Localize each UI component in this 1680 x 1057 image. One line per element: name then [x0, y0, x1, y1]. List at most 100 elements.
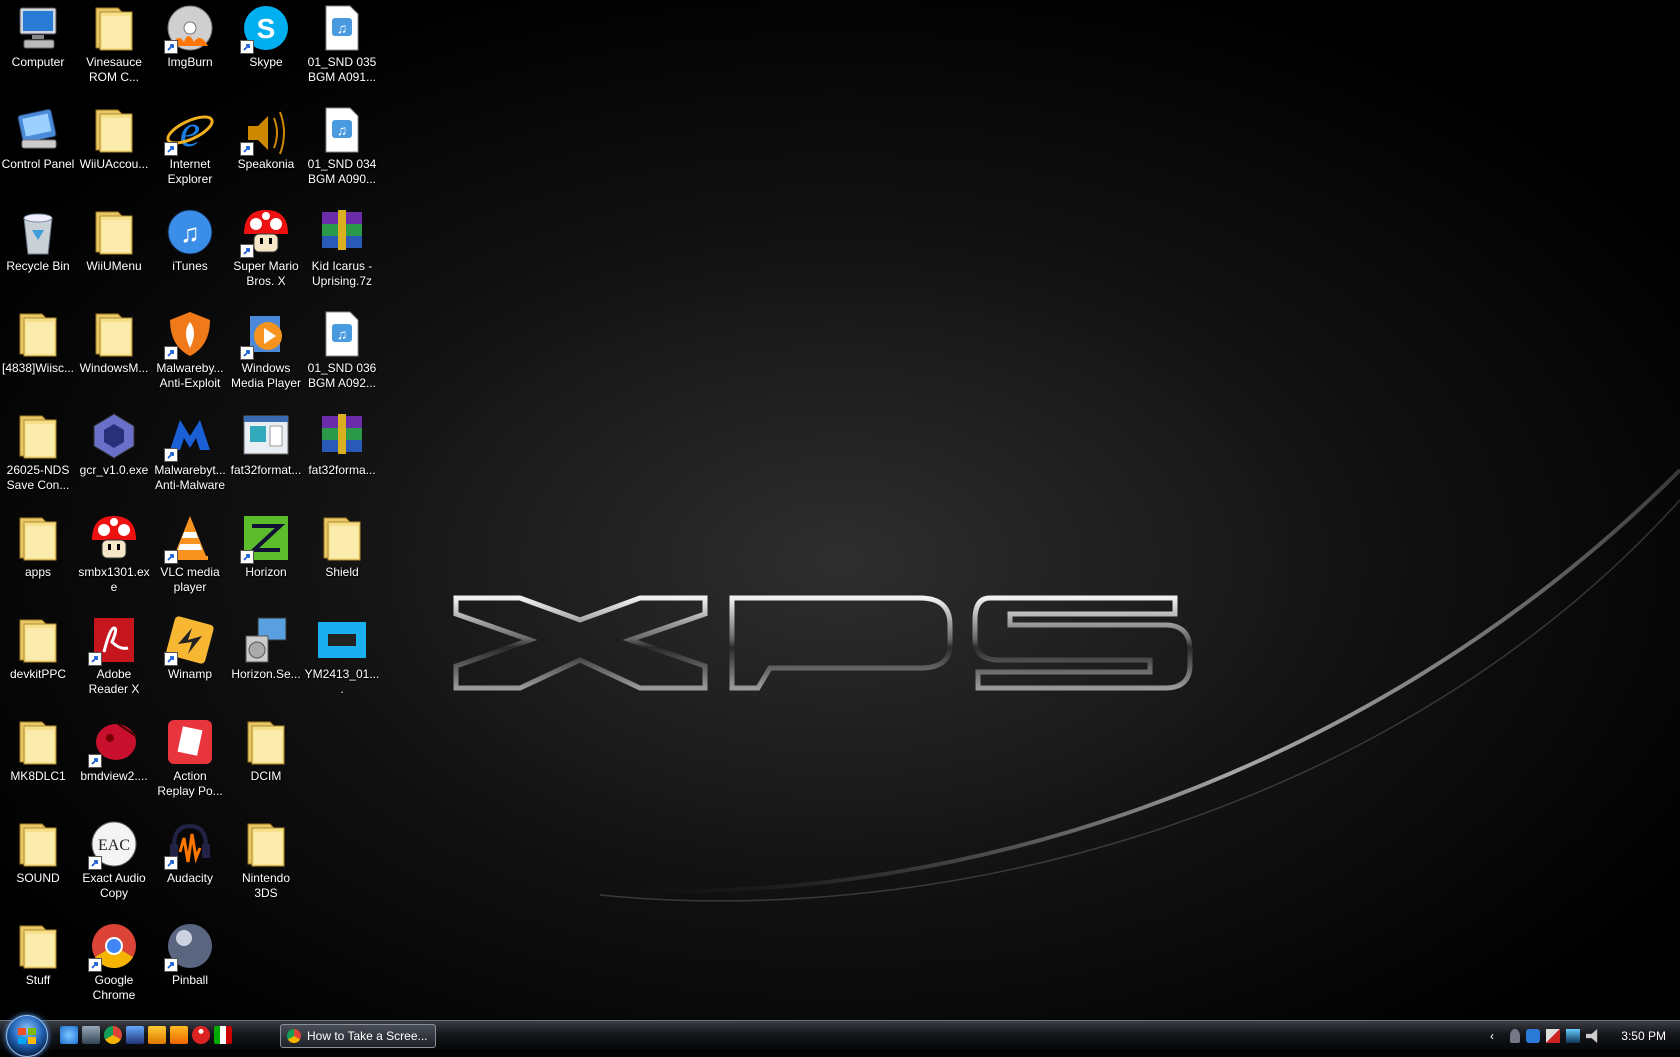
- shortcut-arrow-icon: [88, 652, 102, 666]
- desktop-icon-label: Skype: [249, 55, 283, 69]
- desktop-icon[interactable]: Malwarebyt... Anti-Malware: [152, 408, 228, 510]
- shortcut-arrow-icon: [240, 142, 254, 156]
- desktop-icon[interactable]: SOUND: [0, 816, 76, 918]
- desktop-icon[interactable]: fat32forma...: [304, 408, 380, 510]
- desktop-icon[interactable]: smbx1301.exe: [76, 510, 152, 612]
- show-desktop-icon[interactable]: [82, 1026, 100, 1044]
- shortcut-arrow-icon: [164, 346, 178, 360]
- desktop-icon[interactable]: Adobe Reader X: [76, 612, 152, 714]
- desktop-icon[interactable]: devkitPPC: [0, 612, 76, 714]
- desktop-icon[interactable]: Winamp: [152, 612, 228, 714]
- desktop-icon[interactable]: bmdview2....: [76, 714, 152, 816]
- switch-windows-icon[interactable]: [126, 1026, 144, 1044]
- desktop-icon[interactable]: Speakonia: [228, 102, 304, 204]
- desktop-icon[interactable]: Horizon.Se...: [228, 612, 304, 714]
- taskbar-button-chrome[interactable]: How to Take a Scree...: [280, 1024, 436, 1048]
- desktop-icon-label: VLC media player: [160, 565, 220, 594]
- desktop-icon[interactable]: Super Mario Bros. X: [228, 204, 304, 306]
- flag-icon[interactable]: [214, 1026, 232, 1044]
- folder-icon: [316, 512, 368, 564]
- desktop-icon-label: gcr_v1.0.exe: [79, 463, 149, 477]
- desktop-icon[interactable]: WiiUAccou...: [76, 102, 152, 204]
- desktop-icon-label: Exact Audio Copy: [82, 871, 146, 900]
- desktop-icon[interactable]: [4838]Wiisc...: [0, 306, 76, 408]
- winamp-icon[interactable]: [148, 1026, 166, 1044]
- desktop-icon[interactable]: YM2413_01....: [304, 612, 380, 714]
- horizon-setup-icon: [240, 614, 292, 666]
- desktop-icon[interactable]: ImgBurn: [152, 0, 228, 102]
- speaker-icon[interactable]: [1586, 1029, 1598, 1043]
- desktop-icon-label: WiiUMenu: [86, 259, 142, 273]
- shortcut-arrow-icon: [240, 346, 254, 360]
- desktop-icon[interactable]: Malwareby... Anti-Exploit: [152, 306, 228, 408]
- chrome-icon: [88, 920, 140, 972]
- shortcut-arrow-icon: [164, 550, 178, 564]
- shortcut-arrow-icon: [88, 856, 102, 870]
- desktop-icon[interactable]: Vinesauce ROM C...: [76, 0, 152, 102]
- fat32format-icon: [240, 410, 292, 462]
- folder-icon: [88, 206, 140, 258]
- desktop-icon[interactable]: Windows Media Player: [228, 306, 304, 408]
- desktop-icon[interactable]: Google Chrome: [76, 918, 152, 1020]
- desktop-icon[interactable]: Shield: [304, 510, 380, 612]
- desktop-icon[interactable]: Action Replay Po...: [152, 714, 228, 816]
- desktop-icon-label: Vinesauce ROM C...: [86, 55, 142, 84]
- desktop-icon[interactable]: DCIM: [228, 714, 304, 816]
- desktop-icon[interactable]: ♫ 01_SND 035 BGM A091...: [304, 0, 380, 102]
- desktop-icon[interactable]: fat32format...: [228, 408, 304, 510]
- desktop-icon[interactable]: VLC media player: [152, 510, 228, 612]
- folder-icon: [12, 512, 64, 564]
- desktop-icon[interactable]: MK8DLC1: [0, 714, 76, 816]
- itunes-icon: ♫: [164, 206, 216, 258]
- desktop-icon-label: Recycle Bin: [6, 259, 70, 273]
- desktop-icon-label: Malwarebyt... Anti-Malware: [154, 463, 226, 492]
- desktop-icon[interactable]: gcr_v1.0.exe: [76, 408, 152, 510]
- desktop-icon[interactable]: Computer: [0, 0, 76, 102]
- desktop-icon[interactable]: Nintendo 3DS: [228, 816, 304, 918]
- empty-slot: [228, 918, 304, 1020]
- internet-explorer-icon[interactable]: [60, 1026, 78, 1044]
- start-button[interactable]: [6, 1015, 48, 1057]
- desktop-icon[interactable]: Horizon: [228, 510, 304, 612]
- desktop-icon-label: 01_SND 036 BGM A092...: [307, 361, 377, 390]
- desktop-icon[interactable]: Control Panel: [0, 102, 76, 204]
- notification-icon[interactable]: [1510, 1029, 1520, 1043]
- desktop-icon-label: Horizon.Se...: [231, 667, 301, 681]
- shortcut-arrow-icon: [164, 142, 178, 156]
- volume-muted-icon[interactable]: [1546, 1029, 1560, 1043]
- wmp-icon[interactable]: [170, 1026, 188, 1044]
- desktop-icon-label: apps: [24, 565, 52, 579]
- desktop-icon[interactable]: apps: [0, 510, 76, 612]
- desktop-icon-label: Malwareby... Anti-Exploit: [156, 361, 224, 390]
- desktop-icon-label: Windows Media Player: [230, 361, 302, 390]
- network-icon[interactable]: [1566, 1029, 1580, 1043]
- skype-icon: S: [240, 2, 292, 54]
- chrome-icon[interactable]: [104, 1026, 122, 1044]
- desktop-icon[interactable]: WiiUMenu: [76, 204, 152, 306]
- desktop-icon[interactable]: Recycle Bin: [0, 204, 76, 306]
- malwarebytes-tray-icon[interactable]: [1526, 1029, 1540, 1043]
- desktop-icon[interactable]: 26025-NDS Save Con...: [0, 408, 76, 510]
- desktop-icon[interactable]: Stuff: [0, 918, 76, 1020]
- desktop-icon[interactable]: Audacity: [152, 816, 228, 918]
- desktop-icon[interactable]: EAC Exact Audio Copy: [76, 816, 152, 918]
- desktop-icon[interactable]: ♫ 01_SND 036 BGM A092...: [304, 306, 380, 408]
- desktop-icon-label: iTunes: [172, 259, 208, 273]
- svg-text:♫: ♫: [337, 326, 348, 342]
- clock[interactable]: 3:50 PM: [1621, 1029, 1666, 1043]
- windows-logo-icon: [18, 1028, 36, 1044]
- desktop-icon[interactable]: WindowsM...: [76, 306, 152, 408]
- desktop-icon[interactable]: S Skype: [228, 0, 304, 102]
- desktop-icon[interactable]: Pinball: [152, 918, 228, 1020]
- folder-icon: [240, 818, 292, 870]
- desktop-icon[interactable]: Kid Icarus - Uprising.7z: [304, 204, 380, 306]
- chevron-left-icon[interactable]: ‹: [1490, 1029, 1504, 1043]
- action-replay-icon: [164, 716, 216, 768]
- desktop-icon[interactable]: ♫ 01_SND 034 BGM A090...: [304, 102, 380, 204]
- desktop-icon-label: smbx1301.exe: [78, 565, 150, 594]
- mushroom-icon[interactable]: [192, 1026, 210, 1044]
- folder-icon: [12, 716, 64, 768]
- desktop-icon[interactable]: e Internet Explorer: [152, 102, 228, 204]
- audio-file-icon: ♫: [316, 2, 368, 54]
- desktop-icon[interactable]: ♫ iTunes: [152, 204, 228, 306]
